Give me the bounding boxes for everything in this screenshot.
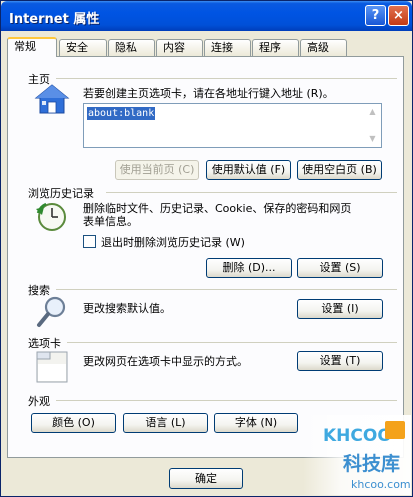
title-bar[interactable]: Internet 属性 ? × — [1, 1, 412, 31]
tab-connections[interactable]: 连接 — [204, 39, 251, 56]
history-description-line1: 删除临时文件、历史记录、Cookie、保存的密码和网页 — [83, 202, 352, 215]
tab-general[interactable]: 常规 — [7, 37, 57, 57]
tabs-description: 更改网页在选项卡中显示的方式。 — [83, 355, 248, 368]
delete-on-exit-checkbox[interactable] — [83, 235, 96, 248]
tabs-divider — [67, 342, 397, 343]
home-divider — [56, 78, 397, 79]
history-settings-button[interactable]: 设置 (S) — [297, 258, 383, 278]
ok-button[interactable]: 确定 — [169, 468, 243, 489]
home-page-url-value: about:blank — [87, 107, 156, 120]
svg-text:khcoo.com: khcoo.com — [351, 478, 411, 491]
search-divider — [56, 289, 397, 290]
tab-security[interactable]: 安全 — [59, 39, 107, 56]
history-divider — [106, 192, 397, 193]
search-magnifier-icon — [37, 296, 66, 327]
svg-text:科技库: 科技库 — [343, 452, 400, 475]
svg-text:KHCOO: KHCOO — [323, 426, 392, 446]
tab-programs[interactable]: 程序 — [252, 39, 299, 56]
search-settings-button[interactable]: 设置 (I) — [297, 299, 383, 319]
scroll-down-icon[interactable]: ▼ — [365, 132, 380, 146]
tab-privacy[interactable]: 隐私 — [108, 39, 155, 56]
tab-advanced[interactable]: 高级 — [300, 39, 347, 56]
delete-history-button[interactable]: 删除 (D)... — [206, 258, 292, 278]
general-panel: 主页 若要创建主页选项卡，请在各地址行键入地址 (R)。 about:blank… — [7, 56, 404, 458]
use-default-button[interactable]: 使用默认值 (F) — [206, 160, 291, 180]
fonts-button[interactable]: 字体 (N) — [214, 413, 298, 433]
search-description: 更改搜索默认值。 — [83, 302, 171, 315]
home-page-url-field[interactable]: about:blank ▲ ▼ — [83, 103, 382, 148]
tabs-settings-button[interactable]: 设置 (T) — [297, 351, 383, 371]
khcoo-watermark-logo: KHCOO 科技库 khcoo.com — [303, 415, 411, 495]
help-button[interactable]: ? — [365, 5, 386, 26]
history-description-line2: 表单信息。 — [83, 215, 138, 228]
tabs-window-icon — [36, 351, 68, 383]
languages-button[interactable]: 语言 (L) — [123, 413, 208, 433]
delete-on-exit-label[interactable]: 退出时删除浏览历史记录 (W) — [101, 236, 245, 249]
use-blank-button[interactable]: 使用空白页 (B) — [297, 160, 382, 180]
use-current-button[interactable]: 使用当前页 (C) — [115, 160, 199, 180]
history-clock-icon — [36, 202, 66, 231]
appearance-section-label: 外观 — [28, 395, 50, 408]
window-title: Internet 属性 — [9, 12, 100, 27]
scroll-up-icon[interactable]: ▲ — [365, 105, 380, 119]
close-button[interactable]: × — [388, 5, 409, 26]
house-icon — [34, 84, 70, 114]
tab-content[interactable]: 内容 — [156, 39, 203, 56]
appearance-divider — [56, 400, 397, 401]
home-description: 若要创建主页选项卡，请在各地址行键入地址 (R)。 — [83, 87, 334, 100]
colors-button[interactable]: 颜色 (O) — [31, 413, 116, 433]
